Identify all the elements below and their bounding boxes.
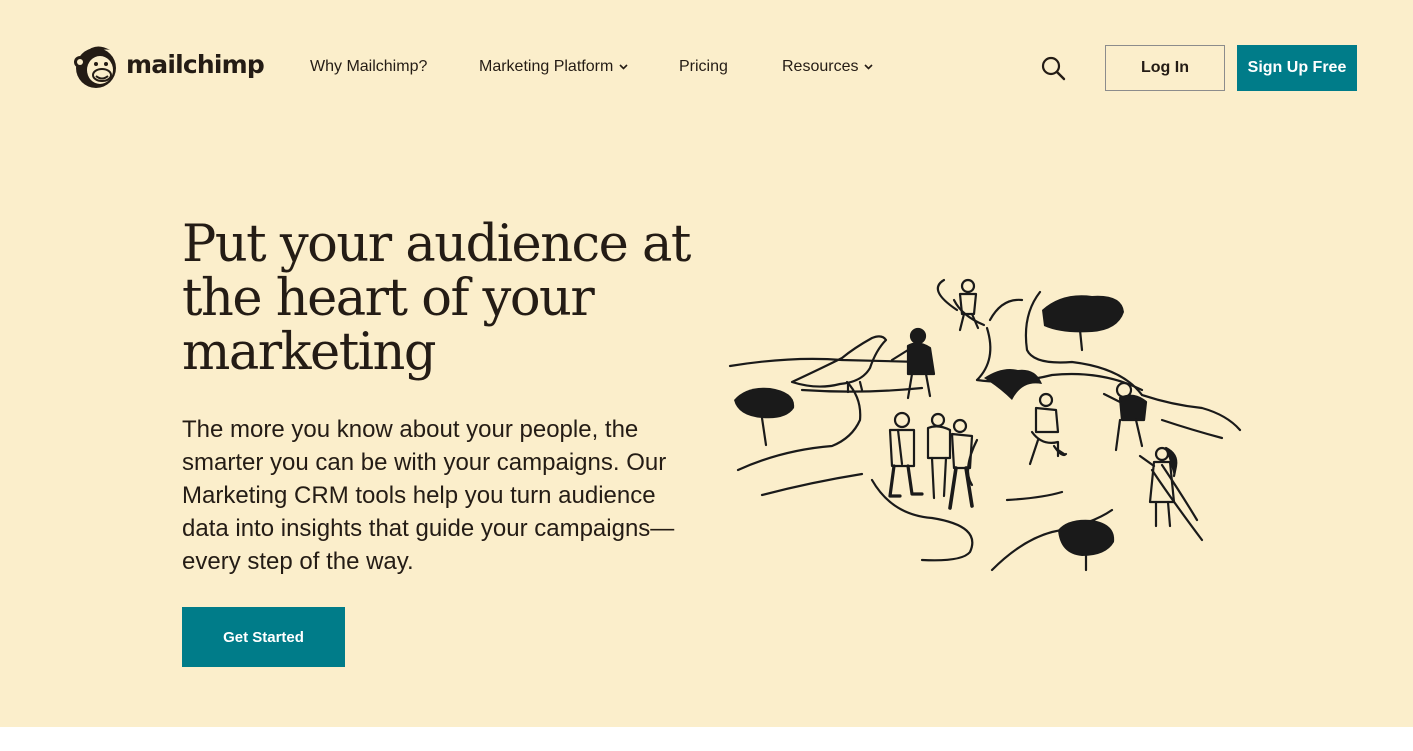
- nav-resources[interactable]: Resources: [782, 58, 874, 76]
- hero-body-line: every step of the way.: [182, 548, 414, 575]
- chevron-down-icon: [864, 64, 874, 70]
- hero-title: Put your audience at the heart of your m…: [182, 218, 702, 380]
- site-header: mailchimp Why Mailchimp? Marketing Platf…: [0, 0, 1413, 136]
- mailchimp-logo[interactable]: mailchimp: [72, 40, 265, 92]
- nav-label: Pricing: [679, 58, 728, 75]
- nav-why-mailchimp[interactable]: Why Mailchimp?: [310, 58, 427, 76]
- hero-title-line: marketing: [182, 323, 437, 382]
- nav-label: Resources: [782, 58, 859, 75]
- nav-marketing-platform[interactable]: Marketing Platform: [479, 58, 628, 76]
- nav-pricing[interactable]: Pricing: [679, 58, 728, 76]
- login-button[interactable]: Log In: [1105, 45, 1225, 91]
- hero-body-line: data into insights that guide your campa…: [182, 515, 675, 542]
- nav-label: Why Mailchimp?: [310, 58, 428, 75]
- audience-illustration: [728, 278, 1242, 572]
- nav-label: Marketing Platform: [479, 58, 614, 75]
- brand-name: mailchimp: [126, 49, 265, 79]
- page-background: mailchimp Why Mailchimp? Marketing Platf…: [0, 0, 1413, 727]
- hero-title-line: Put your audience at: [182, 215, 691, 274]
- signup-button[interactable]: Sign Up Free: [1237, 45, 1357, 91]
- hero-body-line: Marketing CRM tools help you turn audien…: [182, 482, 656, 509]
- search-icon[interactable]: [1040, 55, 1066, 81]
- get-started-button[interactable]: Get Started: [182, 607, 345, 667]
- hero-body-line: smarter you can be with your campaigns. …: [182, 449, 667, 476]
- hero-description: The more you know about your people, the…: [182, 413, 702, 578]
- hero-title-line: the heart of your: [182, 269, 595, 328]
- chevron-down-icon: [619, 64, 628, 70]
- freddie-monkey-icon: [74, 46, 116, 88]
- hero-body-line: The more you know about your people, the: [182, 416, 639, 443]
